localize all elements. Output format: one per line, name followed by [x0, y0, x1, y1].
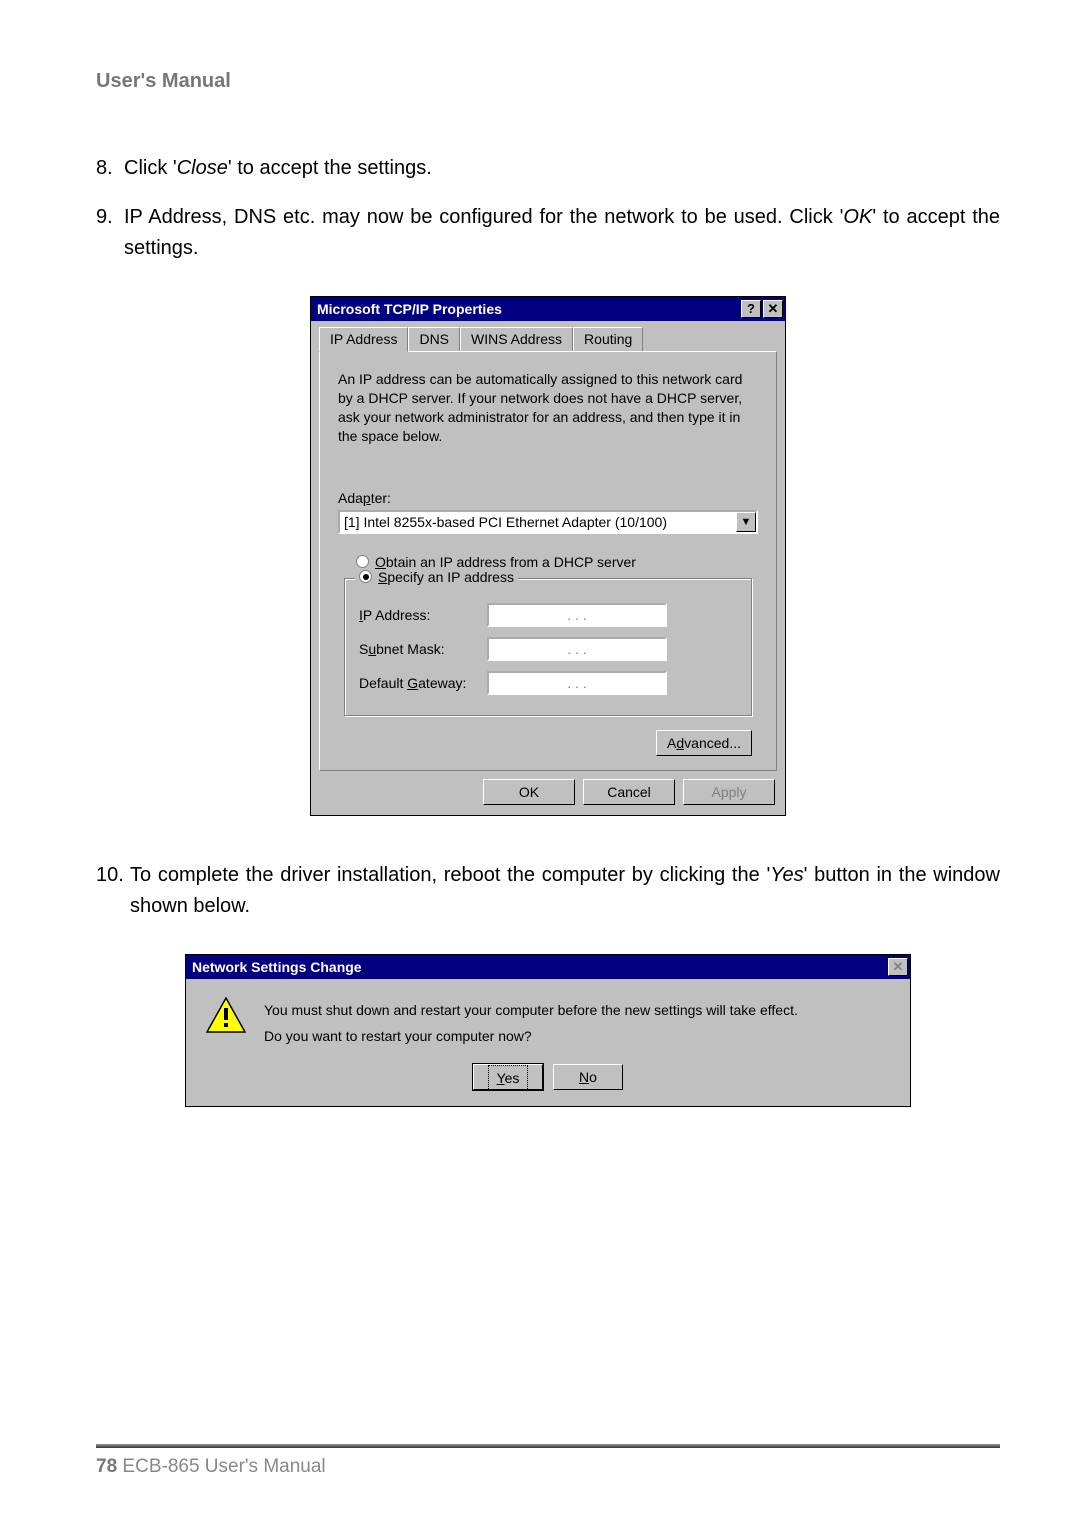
netchg-title: Network Settings Change: [192, 959, 888, 975]
netchg-titlebar: Network Settings Change ✕: [186, 955, 910, 979]
step-10-text: To complete the driver installation, reb…: [130, 860, 1000, 922]
step-8-text: Click 'Close' to accept the settings.: [124, 153, 1000, 184]
radio2-accel: S: [378, 569, 387, 585]
adv-rest: vanced...: [684, 735, 741, 751]
tcpip-button-row: OK Cancel Apply: [311, 779, 785, 815]
network-settings-change-dialog: Network Settings Change ✕ You must shut …: [185, 954, 911, 1107]
step-10-pre: To complete the driver installation, reb…: [130, 864, 770, 886]
close-button[interactable]: ✕: [763, 300, 783, 318]
netchg-button-row: Yes No: [186, 1060, 910, 1106]
netchg-body: You must shut down and restart your comp…: [186, 979, 910, 1060]
tab-ip-address[interactable]: IP Address: [319, 327, 408, 352]
step-9-em: OK: [843, 206, 872, 228]
netchg-message: You must shut down and restart your comp…: [264, 997, 798, 1050]
step-9-pre: IP Address, DNS etc. may now be configur…: [124, 206, 843, 228]
chevron-down-icon[interactable]: ▼: [736, 512, 756, 532]
radio-icon: [356, 555, 369, 568]
radio-obtain-label: Obtain an IP address from a DHCP server: [375, 554, 636, 570]
step-8-post: ' to accept the settings.: [228, 157, 432, 179]
fld-gw-rest: ateway:: [418, 675, 466, 691]
ip-address-input[interactable]: . . .: [487, 603, 667, 627]
tcpip-title: Microsoft TCP/IP Properties: [317, 301, 739, 317]
tcpip-tabbar: IP Address DNS WINS Address Routing: [311, 321, 785, 351]
no-rest: o: [589, 1069, 597, 1085]
fld-ip-rest: P Address:: [363, 607, 430, 623]
radio-specify-ip[interactable]: Specify an IP address: [355, 569, 518, 585]
page-number: 78: [96, 1456, 117, 1477]
adapter-label-pre: Ada: [338, 490, 363, 506]
default-gateway-row: Default Gateway: . . .: [359, 671, 737, 695]
step-9-num: 9.: [96, 202, 124, 264]
step-8-pre: Click ': [124, 157, 177, 179]
fld-sn-pre: S: [359, 641, 368, 657]
netchg-line2: Do you want to restart your computer now…: [264, 1023, 798, 1050]
apply-button: Apply: [683, 779, 775, 805]
default-gateway-label: Default Gateway:: [359, 675, 487, 691]
page-header: User's Manual: [96, 70, 1000, 93]
adapter-label: Adapter:: [338, 490, 758, 506]
step-10: 10. To complete the driver installation,…: [96, 860, 1000, 922]
radio-specify-label: Specify an IP address: [378, 569, 514, 585]
subnet-mask-row: Subnet Mask: . . .: [359, 637, 737, 661]
step-9-text: IP Address, DNS etc. may now be configur…: [124, 202, 1000, 264]
yes-accel: Y: [497, 1070, 505, 1086]
cancel-button[interactable]: Cancel: [583, 779, 675, 805]
tcpip-description: An IP address can be automatically assig…: [338, 370, 758, 446]
step-10-num: 10.: [96, 860, 130, 922]
tcpip-properties-dialog: Microsoft TCP/IP Properties ? ✕ IP Addre…: [310, 296, 786, 816]
tcpip-ip-panel: An IP address can be automatically assig…: [319, 351, 777, 771]
warning-icon: [206, 997, 246, 1033]
adv-accel: d: [676, 735, 684, 751]
step-10-em: Yes: [770, 864, 803, 886]
page-footer: 78 ECB-865 User's Manual: [96, 1444, 1000, 1478]
ip-address-label: IP Address:: [359, 607, 487, 623]
close-button: ✕: [888, 958, 908, 976]
adv-pre: A: [667, 735, 676, 751]
footer-text: ECB-865 User's Manual: [117, 1456, 326, 1477]
netchg-line1: You must shut down and restart your comp…: [264, 997, 798, 1024]
no-button[interactable]: No: [553, 1064, 623, 1090]
tab-wins-address[interactable]: WINS Address: [460, 327, 573, 351]
fld-gw-accel: G: [407, 675, 418, 691]
radio2-rest: pecify an IP address: [387, 569, 514, 585]
adapter-label-accel: p: [363, 490, 371, 506]
tab-routing[interactable]: Routing: [573, 327, 643, 351]
step-8: 8. Click 'Close' to accept the settings.: [96, 153, 1000, 184]
footer-rule: [96, 1444, 1000, 1448]
adapter-combo-value: [1] Intel 8255x-based PCI Ethernet Adapt…: [340, 514, 736, 530]
radio1-accel: O: [375, 554, 386, 570]
specify-ip-group: Specify an IP address IP Address: . . . …: [344, 578, 752, 716]
step-9: 9. IP Address, DNS etc. may now be confi…: [96, 202, 1000, 264]
advanced-button[interactable]: Advanced...: [656, 730, 752, 756]
ok-button[interactable]: OK: [483, 779, 575, 805]
adapter-combo[interactable]: [1] Intel 8255x-based PCI Ethernet Adapt…: [338, 510, 758, 534]
help-button[interactable]: ?: [741, 300, 761, 318]
no-accel: N: [579, 1069, 589, 1085]
radio-icon: [359, 570, 372, 583]
default-gateway-input[interactable]: . . .: [487, 671, 667, 695]
fld-sn-accel: u: [368, 641, 376, 657]
adapter-label-post: ter:: [371, 490, 391, 506]
ip-address-row: IP Address: . . .: [359, 603, 737, 627]
yes-button[interactable]: Yes: [473, 1064, 543, 1090]
tab-dns[interactable]: DNS: [408, 327, 460, 351]
radio-obtain-dhcp[interactable]: Obtain an IP address from a DHCP server: [356, 554, 758, 570]
fld-gw-pre: Default: [359, 675, 407, 691]
step-8-em: Close: [177, 157, 228, 179]
fld-sn-rest: bnet Mask:: [376, 641, 444, 657]
radio1-rest: btain an IP address from a DHCP server: [386, 554, 636, 570]
subnet-mask-label: Subnet Mask:: [359, 641, 487, 657]
subnet-mask-input[interactable]: . . .: [487, 637, 667, 661]
tcpip-titlebar: Microsoft TCP/IP Properties ? ✕: [311, 297, 785, 321]
step-8-num: 8.: [96, 153, 124, 184]
yes-rest: es: [505, 1070, 520, 1086]
